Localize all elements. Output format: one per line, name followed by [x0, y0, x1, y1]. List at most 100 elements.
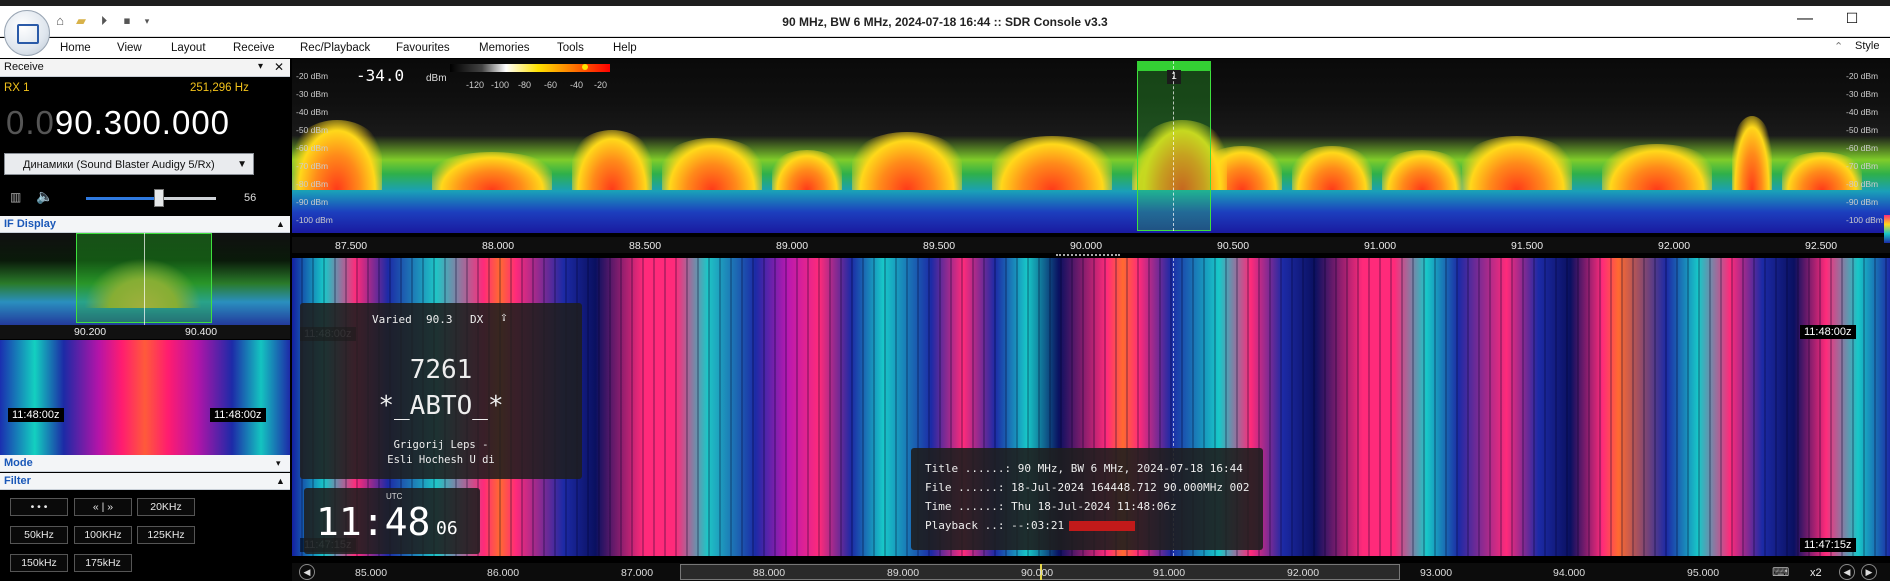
filter-button-100khz[interactable]: 100KHz [74, 526, 132, 544]
dbm-scale-left: -80 dBm [296, 179, 329, 189]
filter-button-shift[interactable]: « | » [74, 498, 132, 516]
colorbar-marker[interactable] [582, 64, 588, 70]
rds-frequency: 90.3 [426, 313, 453, 326]
dbm-scale-right: -50 dBm [1846, 125, 1879, 135]
filter-button-175khz[interactable]: 175kHz [74, 554, 132, 572]
zoom-out-button[interactable]: ◀ [1839, 564, 1855, 580]
dbm-scale-left: -30 dBm [296, 89, 329, 99]
scroll-left-button[interactable]: ◀ [299, 564, 315, 580]
dbm-scale-right: -70 dBm [1846, 161, 1879, 171]
rds-panel: Varied 90.3 DX ⇪ 7261 *_ABTO_* Grigorij … [300, 303, 582, 479]
bottom-axis-tick: 90.000 [1021, 567, 1054, 579]
if-display-title: IF Display [4, 218, 56, 230]
rds-pty: Varied [372, 313, 412, 326]
axis-tick: 89.000 [776, 240, 809, 252]
axis-tick: 90.500 [1217, 240, 1250, 252]
audio-device-value: Динамики (Sound Blaster Audigy 5/Rx) [23, 159, 215, 171]
colorbar-label: -20 [594, 80, 608, 90]
info-time: Time ......: Thu 18-Jul-2024 11:48:06z [925, 500, 1177, 513]
signal-level: -34.0 [356, 66, 405, 85]
bottom-axis-tick: 87.000 [621, 567, 654, 579]
frequency-leading-digits: 0.0 [6, 104, 55, 141]
if-waterfall[interactable] [0, 340, 290, 455]
dbm-scale-right: -30 dBm [1846, 89, 1879, 99]
rds-dx: DX [470, 313, 484, 326]
axis-tick: 92.000 [1658, 240, 1691, 252]
maximize-button[interactable]: ☐ [1843, 10, 1861, 28]
minimize-button[interactable]: — [1796, 10, 1814, 28]
if-tick: 90.400 [185, 326, 218, 338]
panel-dropdown-icon[interactable]: ▾ [258, 59, 263, 75]
colorbar-label: -120 [466, 80, 485, 90]
filter-button-narrow[interactable]: • • • [10, 498, 68, 516]
filter-title: Filter [4, 475, 31, 487]
dbm-scale-left: -40 dBm [296, 107, 329, 117]
info-playback: Playback ..: --:03:21 [925, 519, 1065, 532]
filter-button-20khz[interactable]: 20KHz [137, 498, 195, 516]
filter-button-50khz[interactable]: 50kHz [10, 526, 68, 544]
bottom-axis-tick: 95.000 [1687, 567, 1720, 579]
menu-memories[interactable]: Memories [479, 42, 529, 54]
bottom-axis-tick: 93.000 [1420, 567, 1453, 579]
axis-tick: 92.500 [1805, 240, 1838, 252]
speaker-icon[interactable]: 🔈 [36, 188, 53, 205]
offset-hz: 251,296 Hz [190, 82, 249, 94]
zoom-in-button[interactable]: ▶ [1861, 564, 1877, 580]
collapse-icon[interactable]: ▲ [276, 473, 285, 489]
if-center-line [144, 233, 145, 325]
filter-button-150khz[interactable]: 150kHz [10, 554, 68, 572]
rds-pi-code: 7261 [409, 355, 473, 385]
if-waterfall-timestamp-left: 11:48:00z [8, 408, 64, 422]
dbm-scale-left: -90 dBm [296, 197, 329, 207]
menu-rec-playback[interactable]: Rec/Playback [300, 42, 370, 54]
close-icon[interactable]: ✕ [274, 59, 284, 75]
colorbar-label: -100 [491, 80, 510, 90]
colorbar-label: -40 [570, 80, 584, 90]
receive-panel-title: Receive [4, 61, 44, 73]
axis-tick: 91.500 [1511, 240, 1544, 252]
playback-progress-bar[interactable] [1069, 521, 1135, 531]
mode-title: Mode [4, 457, 33, 469]
clock-seconds: 06 [436, 518, 458, 539]
dbm-scale-left: -20 dBm [296, 71, 329, 81]
collapse-icon[interactable]: ▲ [276, 216, 285, 232]
share-icon[interactable]: ⇪ [500, 310, 508, 325]
window-title: 90 MHz, BW 6 MHz, 2024-07-18 16:44 :: SD… [782, 15, 1108, 29]
axis-tick: 89.500 [923, 240, 956, 252]
rds-ps-name: *_ABTO_* [378, 391, 504, 421]
dbm-scale-left: -60 dBm [296, 143, 329, 153]
rds-radiotext-line2: Esli Hochesh U di [387, 454, 495, 466]
menu-receive[interactable]: Receive [233, 42, 275, 54]
frequency-readout[interactable]: 0.090.300.000 [6, 104, 230, 142]
menu-help[interactable]: Help [613, 42, 637, 54]
menu-favourites[interactable]: Favourites [396, 42, 450, 54]
levels-icon[interactable]: ▥ [10, 190, 21, 204]
bottom-axis-tick: 92.000 [1287, 567, 1320, 579]
bottom-axis-tick: 94.000 [1553, 567, 1586, 579]
mode-header[interactable]: Mode ▾ [0, 455, 290, 472]
dbm-scale-left: -50 dBm [296, 125, 329, 135]
rds-radiotext-line1: Grigorij Leps - [393, 439, 489, 451]
ribbon-collapse-icon[interactable]: ⌃ [1834, 40, 1843, 53]
filter-header[interactable]: Filter ▲ [0, 473, 290, 490]
volume-slider-thumb[interactable] [153, 189, 164, 207]
style-menu[interactable]: Style [1855, 40, 1879, 52]
menu-layout[interactable]: Layout [171, 42, 206, 54]
filter-button-125khz[interactable]: 125KHz [137, 526, 195, 544]
menu-tools[interactable]: Tools [557, 42, 584, 54]
keyboard-icon[interactable]: ⌨ [1772, 565, 1789, 579]
spectrum-trace [292, 100, 1890, 190]
waterfall-timestamp-right: 11:48:00z [1800, 325, 1856, 339]
zoom-level[interactable]: x2 [1810, 567, 1822, 579]
app-menu-button[interactable] [4, 10, 50, 56]
if-display-header[interactable]: IF Display ▲ [0, 216, 290, 233]
menu-home[interactable]: Home [60, 42, 91, 54]
audio-device-select[interactable]: Динамики (Sound Blaster Audigy 5/Rx) ▼ [4, 153, 254, 175]
bottom-axis-tick: 89.000 [887, 567, 920, 579]
menu-view[interactable]: View [117, 42, 142, 54]
expand-icon[interactable]: ▾ [276, 455, 281, 471]
rx-label: RX 1 [4, 82, 30, 94]
bottom-axis-tick: 86.000 [487, 567, 520, 579]
volume-value: 56 [244, 192, 257, 204]
spectrum-center-line [1173, 61, 1175, 231]
